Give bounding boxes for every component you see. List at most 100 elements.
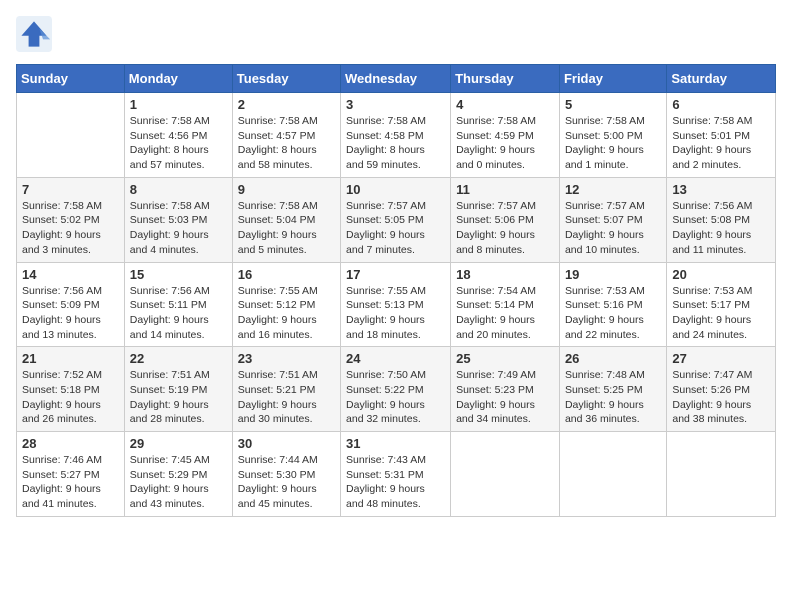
day-info: Sunrise: 7:43 AMSunset: 5:31 PMDaylight:… bbox=[346, 453, 445, 512]
calendar-cell: 8 Sunrise: 7:58 AMSunset: 5:03 PMDaylight… bbox=[124, 177, 232, 262]
calendar-cell: 3 Sunrise: 7:58 AMSunset: 4:58 PMDaylight… bbox=[341, 93, 451, 178]
day-number: 7 bbox=[22, 182, 119, 197]
calendar-cell: 27 Sunrise: 7:47 AMSunset: 5:26 PMDayligh… bbox=[667, 347, 776, 432]
day-info: Sunrise: 7:50 AMSunset: 5:22 PMDaylight:… bbox=[346, 368, 445, 427]
day-number: 15 bbox=[130, 267, 227, 282]
calendar-cell: 9Sunrise: 7:58 AMSunset: 5:04 PMDaylight… bbox=[232, 177, 340, 262]
calendar-week-row: 7 Sunrise: 7:58 AMSunset: 5:02 PMDaylight… bbox=[17, 177, 776, 262]
calendar-week-row: 1 Sunrise: 7:58 AMSunset: 4:56 PMDaylight… bbox=[17, 93, 776, 178]
day-number: 3 bbox=[346, 97, 445, 112]
day-number: 30 bbox=[238, 436, 335, 451]
calendar-cell: 24 Sunrise: 7:50 AMSunset: 5:22 PMDayligh… bbox=[341, 347, 451, 432]
day-number: 22 bbox=[130, 351, 227, 366]
calendar-cell: 20Sunrise: 7:53 AMSunset: 5:17 PMDayligh… bbox=[667, 262, 776, 347]
day-number: 12 bbox=[565, 182, 661, 197]
day-info: Sunrise: 7:58 AMSunset: 5:03 PMDaylight:… bbox=[130, 199, 227, 258]
day-info: Sunrise: 7:47 AMSunset: 5:26 PMDaylight:… bbox=[672, 368, 770, 427]
calendar-cell: 31 Sunrise: 7:43 AMSunset: 5:31 PMDayligh… bbox=[341, 432, 451, 517]
calendar-cell: 21 Sunrise: 7:52 AMSunset: 5:18 PMDayligh… bbox=[17, 347, 125, 432]
weekday-header: Wednesday bbox=[341, 65, 451, 93]
calendar-cell: 7 Sunrise: 7:58 AMSunset: 5:02 PMDaylight… bbox=[17, 177, 125, 262]
day-number: 11 bbox=[456, 182, 554, 197]
day-info: Sunrise: 7:57 AMSunset: 5:07 PMDaylight:… bbox=[565, 199, 661, 258]
day-number: 2 bbox=[238, 97, 335, 112]
day-info: Sunrise: 7:55 AMSunset: 5:12 PMDaylight:… bbox=[238, 284, 335, 343]
logo-icon bbox=[16, 16, 52, 52]
weekday-row: SundayMondayTuesdayWednesdayThursdayFrid… bbox=[17, 65, 776, 93]
weekday-header: Thursday bbox=[451, 65, 560, 93]
calendar-cell: 28 Sunrise: 7:46 AMSunset: 5:27 PMDayligh… bbox=[17, 432, 125, 517]
day-info: Sunrise: 7:52 AMSunset: 5:18 PMDaylight:… bbox=[22, 368, 119, 427]
day-info: Sunrise: 7:44 AMSunset: 5:30 PMDaylight:… bbox=[238, 453, 335, 512]
day-number: 29 bbox=[130, 436, 227, 451]
calendar-cell: 12 Sunrise: 7:57 AMSunset: 5:07 PMDayligh… bbox=[559, 177, 666, 262]
calendar-cell: 19 Sunrise: 7:53 AMSunset: 5:16 PMDayligh… bbox=[559, 262, 666, 347]
calendar-cell: 4Sunrise: 7:58 AMSunset: 4:59 PMDaylight… bbox=[451, 93, 560, 178]
day-number: 26 bbox=[565, 351, 661, 366]
weekday-header: Tuesday bbox=[232, 65, 340, 93]
day-info: Sunrise: 7:51 AMSunset: 5:21 PMDaylight:… bbox=[238, 368, 335, 427]
day-info: Sunrise: 7:49 AMSunset: 5:23 PMDaylight:… bbox=[456, 368, 554, 427]
day-info: Sunrise: 7:46 AMSunset: 5:27 PMDaylight:… bbox=[22, 453, 119, 512]
day-number: 6 bbox=[672, 97, 770, 112]
day-number: 1 bbox=[130, 97, 227, 112]
day-info: Sunrise: 7:51 AMSunset: 5:19 PMDaylight:… bbox=[130, 368, 227, 427]
calendar-cell: 17 Sunrise: 7:55 AMSunset: 5:13 PMDayligh… bbox=[341, 262, 451, 347]
calendar-header: SundayMondayTuesdayWednesdayThursdayFrid… bbox=[17, 65, 776, 93]
weekday-header: Saturday bbox=[667, 65, 776, 93]
calendar-week-row: 21 Sunrise: 7:52 AMSunset: 5:18 PMDayligh… bbox=[17, 347, 776, 432]
day-number: 24 bbox=[346, 351, 445, 366]
calendar-cell: 11Sunrise: 7:57 AMSunset: 5:06 PMDayligh… bbox=[451, 177, 560, 262]
calendar-cell bbox=[559, 432, 666, 517]
calendar-cell: 2Sunrise: 7:58 AMSunset: 4:57 PMDaylight… bbox=[232, 93, 340, 178]
page-header bbox=[16, 16, 776, 52]
calendar-cell: 22 Sunrise: 7:51 AMSunset: 5:19 PMDayligh… bbox=[124, 347, 232, 432]
calendar-cell: 23 Sunrise: 7:51 AMSunset: 5:21 PMDayligh… bbox=[232, 347, 340, 432]
day-info: Sunrise: 7:58 AMSunset: 5:01 PMDaylight:… bbox=[672, 114, 770, 173]
day-number: 10 bbox=[346, 182, 445, 197]
day-number: 27 bbox=[672, 351, 770, 366]
day-info: Sunrise: 7:56 AMSunset: 5:11 PMDaylight:… bbox=[130, 284, 227, 343]
day-info: Sunrise: 7:54 AMSunset: 5:14 PMDaylight:… bbox=[456, 284, 554, 343]
calendar-cell: 16 Sunrise: 7:55 AMSunset: 5:12 PMDayligh… bbox=[232, 262, 340, 347]
calendar-week-row: 14 Sunrise: 7:56 AMSunset: 5:09 PMDayligh… bbox=[17, 262, 776, 347]
calendar-cell bbox=[667, 432, 776, 517]
day-number: 17 bbox=[346, 267, 445, 282]
day-info: Sunrise: 7:58 AMSunset: 4:56 PMDaylight:… bbox=[130, 114, 227, 173]
day-number: 23 bbox=[238, 351, 335, 366]
weekday-header: Monday bbox=[124, 65, 232, 93]
logo bbox=[16, 16, 56, 52]
day-info: Sunrise: 7:45 AMSunset: 5:29 PMDaylight:… bbox=[130, 453, 227, 512]
day-info: Sunrise: 7:53 AMSunset: 5:16 PMDaylight:… bbox=[565, 284, 661, 343]
calendar-cell bbox=[451, 432, 560, 517]
day-info: Sunrise: 7:58 AMSunset: 5:04 PMDaylight:… bbox=[238, 199, 335, 258]
day-number: 14 bbox=[22, 267, 119, 282]
calendar-cell: 26Sunrise: 7:48 AMSunset: 5:25 PMDayligh… bbox=[559, 347, 666, 432]
weekday-header: Sunday bbox=[17, 65, 125, 93]
calendar-cell: 25 Sunrise: 7:49 AMSunset: 5:23 PMDayligh… bbox=[451, 347, 560, 432]
day-number: 21 bbox=[22, 351, 119, 366]
calendar-cell: 6 Sunrise: 7:58 AMSunset: 5:01 PMDaylight… bbox=[667, 93, 776, 178]
day-info: Sunrise: 7:56 AMSunset: 5:09 PMDaylight:… bbox=[22, 284, 119, 343]
day-number: 13 bbox=[672, 182, 770, 197]
day-number: 25 bbox=[456, 351, 554, 366]
calendar-cell bbox=[17, 93, 125, 178]
day-info: Sunrise: 7:58 AMSunset: 5:02 PMDaylight:… bbox=[22, 199, 119, 258]
day-info: Sunrise: 7:58 AMSunset: 4:58 PMDaylight:… bbox=[346, 114, 445, 173]
calendar-cell: 14 Sunrise: 7:56 AMSunset: 5:09 PMDayligh… bbox=[17, 262, 125, 347]
day-info: Sunrise: 7:56 AMSunset: 5:08 PMDaylight:… bbox=[672, 199, 770, 258]
calendar-week-row: 28 Sunrise: 7:46 AMSunset: 5:27 PMDayligh… bbox=[17, 432, 776, 517]
day-number: 31 bbox=[346, 436, 445, 451]
calendar-cell: 13 Sunrise: 7:56 AMSunset: 5:08 PMDayligh… bbox=[667, 177, 776, 262]
day-info: Sunrise: 7:55 AMSunset: 5:13 PMDaylight:… bbox=[346, 284, 445, 343]
day-info: Sunrise: 7:58 AMSunset: 5:00 PMDaylight:… bbox=[565, 114, 661, 173]
calendar-cell: 1 Sunrise: 7:58 AMSunset: 4:56 PMDaylight… bbox=[124, 93, 232, 178]
day-number: 18 bbox=[456, 267, 554, 282]
day-number: 8 bbox=[130, 182, 227, 197]
calendar-cell: 5Sunrise: 7:58 AMSunset: 5:00 PMDaylight… bbox=[559, 93, 666, 178]
calendar-table: SundayMondayTuesdayWednesdayThursdayFrid… bbox=[16, 64, 776, 517]
day-number: 16 bbox=[238, 267, 335, 282]
calendar-cell: 10Sunrise: 7:57 AMSunset: 5:05 PMDayligh… bbox=[341, 177, 451, 262]
day-number: 28 bbox=[22, 436, 119, 451]
day-number: 19 bbox=[565, 267, 661, 282]
